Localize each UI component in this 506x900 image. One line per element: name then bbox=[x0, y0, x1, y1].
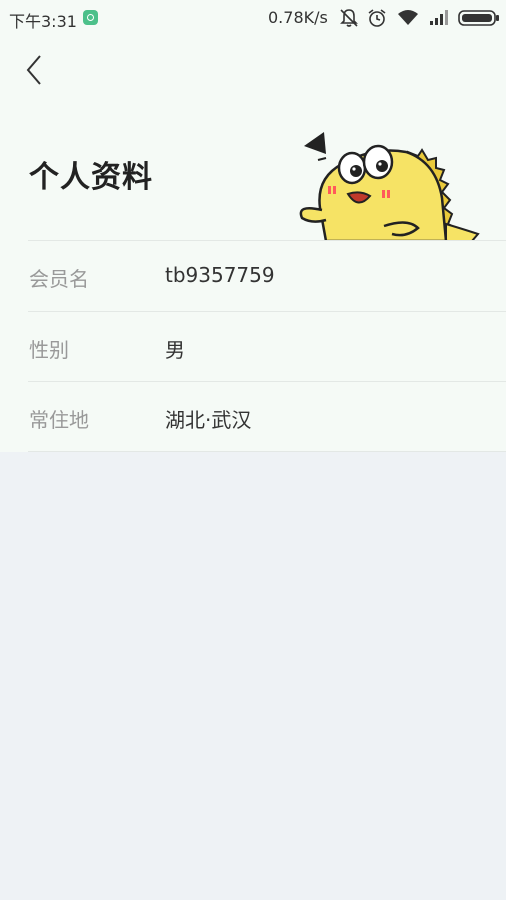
page-title: 个人资料 bbox=[29, 160, 153, 195]
wifi-icon bbox=[398, 10, 418, 25]
list-item-member-name: 会员名 tb9357759 bbox=[28, 240, 506, 311]
chevron-left-icon bbox=[26, 55, 41, 85]
row-value: 男 bbox=[165, 338, 185, 362]
signal-icon bbox=[430, 10, 448, 25]
status-bar: 下午3:31 0.78K/s bbox=[0, 0, 506, 36]
row-label: 常住地 bbox=[29, 408, 89, 432]
row-value: 湖北·武汉 bbox=[165, 408, 252, 432]
app-notification-icon bbox=[83, 10, 98, 25]
row-value: tb9357759 bbox=[165, 263, 275, 287]
cartoon-fish-mascot bbox=[299, 132, 480, 241]
battery-icon bbox=[458, 10, 499, 26]
row-label: 性别 bbox=[29, 338, 69, 362]
back-button[interactable] bbox=[14, 48, 54, 92]
list-item-residence: 常住地 湖北·武汉 bbox=[28, 381, 506, 452]
mute-bell-icon bbox=[340, 9, 358, 27]
divider bbox=[28, 451, 506, 452]
alarm-clock-icon bbox=[368, 9, 386, 27]
row-label: 会员名 bbox=[29, 267, 89, 291]
network-speed: 0.78K/s bbox=[268, 8, 328, 27]
status-time: 下午3:31 bbox=[9, 12, 77, 31]
list-item-gender: 性别 男 bbox=[28, 311, 506, 382]
